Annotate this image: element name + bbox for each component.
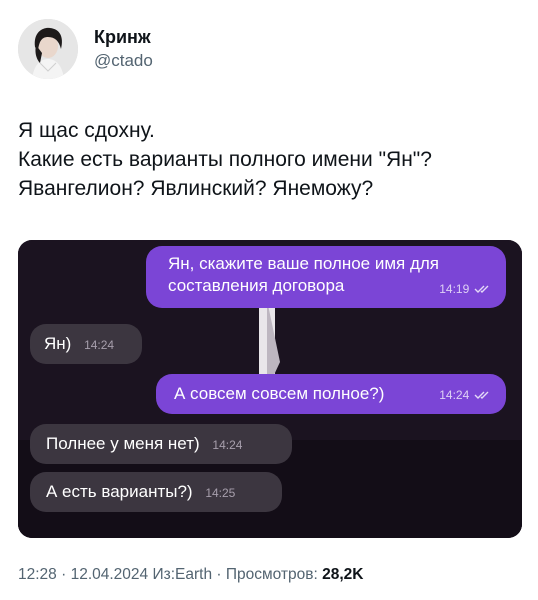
meta-separator: · (56, 566, 71, 583)
chat-message-incoming: Ян) 14:24 (30, 324, 142, 364)
read-double-check-icon (474, 285, 489, 293)
tweet-header: Кринж @ctado (18, 18, 153, 80)
message-text: А есть варианты?) (46, 482, 193, 501)
read-double-check-icon (474, 391, 489, 399)
tweet-time[interactable]: 12:28 (18, 566, 57, 583)
message-time: 14:24 (212, 438, 243, 452)
message-text: Ян, скажите ваше полное имя для (168, 254, 440, 273)
tweet-source: Из:Earth (148, 566, 213, 583)
message-time: 14:19 (439, 282, 470, 296)
author-names: Кринж @ctado (94, 26, 153, 72)
views-label: Просмотров: (225, 566, 323, 583)
chat-message-incoming: Полнее у меня нет) 14:24 (30, 424, 292, 464)
author-handle[interactable]: @ctado (94, 50, 153, 72)
tweet-text: Я щас сдохну. Какие есть варианты полног… (18, 116, 518, 203)
tweet-line: Какие есть варианты полного имени "Ян"? (18, 148, 432, 171)
message-time: 14:24 (439, 388, 470, 402)
chat-message-outgoing: А совсем совсем полное?) 14:24 (156, 374, 506, 414)
meta-separator: · (212, 566, 226, 583)
chat-message-outgoing: Ян, скажите ваше полное имя для составле… (146, 246, 506, 308)
tweet-line: Я щас сдохну. (18, 119, 155, 142)
message-time: 14:25 (205, 486, 236, 500)
profile-photo (18, 19, 78, 79)
avatar[interactable] (18, 19, 78, 79)
message-text: А совсем совсем полное?) (174, 384, 385, 403)
tweet-line: Явангелион? Явлинский? Янеможу? (18, 177, 374, 200)
message-text: Полнее у меня нет) (46, 434, 200, 453)
tweet-date[interactable]: 12.04.2024 (71, 566, 149, 583)
message-time: 14:24 (84, 338, 115, 352)
views-count[interactable]: 28,2K (322, 566, 363, 583)
chat-message-incoming: А есть варианты?) 14:25 (30, 472, 282, 512)
tweet-meta: 12:28 · 12.04.2024 Из:Earth · Просмотров… (18, 566, 364, 584)
tweet-media-image[interactable]: Ян, скажите ваше полное имя для составле… (18, 240, 522, 538)
message-text: составления договора (168, 276, 345, 295)
message-text: Ян) (44, 334, 72, 353)
author-display-name[interactable]: Кринж (94, 26, 153, 48)
